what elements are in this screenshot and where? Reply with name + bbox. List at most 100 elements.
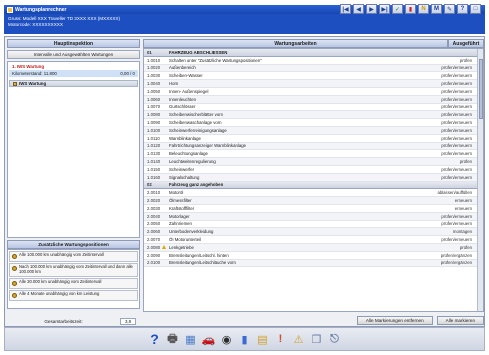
row-description: FAHRZEUG ABSCHLIESSEN [169, 49, 228, 55]
row-description: Ölmessfilter [169, 198, 192, 204]
table-row[interactable]: 2.0080 Lenkgetriebe prüfen [144, 243, 483, 252]
exit-icon[interactable]: ⎋ [328, 331, 342, 347]
first-record-button[interactable]: |◀ [340, 4, 351, 14]
clear-marks-button[interactable]: Alle Markierungen entfernen [356, 316, 433, 325]
row-description: Zahnriemen [169, 221, 192, 227]
row-action: montagen [452, 229, 472, 235]
table-row[interactable]: 2.0090 Bremsleitungen/Leitschl. hinten prü… [144, 252, 483, 260]
right-panel: Wartungsarbeiten Ausgeführt 01 FAHRZEUG A… [143, 39, 484, 326]
inspection-item[interactable]: 1. IWS Wartung [9, 63, 138, 70]
list-icon[interactable]: ! [274, 331, 288, 347]
folder-icon [13, 81, 17, 86]
table-row[interactable]: 1.0070 Gurtschlösser prüfen/erneuern [144, 104, 483, 112]
row-number: 2.0010 [147, 190, 161, 196]
table-row[interactable]: 2.0020 Ölmessfilter erneuern [144, 197, 483, 205]
row-number: 2.0020 [147, 198, 161, 204]
row-action: prüfen/ergänzen [440, 260, 472, 266]
table-group-row[interactable]: 01 FAHRZEUG ABSCHLIESSEN [144, 49, 483, 57]
row-number: 1.0070 [147, 104, 161, 110]
table-row[interactable]: 2.0050 Zahnriemen prüfen/erneuern [144, 221, 483, 229]
row-number: 1.0150 [147, 166, 161, 172]
prev-record-button[interactable]: ◀ [353, 4, 364, 14]
confirm-button[interactable]: ✓ [392, 4, 403, 14]
row-number: 1.0130 [147, 151, 161, 157]
alert-icon[interactable]: ⚠ [292, 331, 306, 347]
mail-button[interactable]: M [431, 4, 442, 14]
row-action: prüfen/erneuern [441, 143, 472, 149]
additional-item[interactable]: Nach 100.000 km unabhängig vom Zeitinter… [9, 263, 138, 277]
total-time-label: Gesamtarbeitszeit: [44, 319, 83, 324]
status-dot-icon [12, 292, 17, 298]
vertical-scrollbar[interactable] [477, 49, 483, 311]
bottom-toolbar: ? 🖶 ▦ 🚗 ◉ ▮ ▤! ⚠ ❐ ⎋ [4, 327, 485, 351]
printer-icon[interactable]: 🖶 [166, 331, 180, 347]
table-row[interactable]: 1.0030 Scheiben-Wasser prüfen/erneuern [144, 72, 483, 81]
row-action: erneuern [454, 205, 472, 211]
table-row[interactable]: 2.0070 ÖI Motorunterteil prüfen/erneuern [144, 236, 483, 244]
row-number: 2.0070 [147, 237, 161, 243]
next-record-button[interactable]: ▶ [366, 4, 377, 14]
table-row[interactable]: 1.0100 Scheinwerferreinigungsanlage prüfen… [144, 126, 483, 135]
window-button[interactable]: □ [470, 4, 481, 14]
table-row[interactable]: 2.0060 Unterbodenverkleidung montagen [144, 228, 483, 237]
table-row[interactable]: 1.0040 Horn prüfen/erneuern [144, 80, 483, 88]
table-row[interactable]: 1.0130 Beleuchtungsanlage prüfen/erneuern [144, 150, 483, 159]
document-icon[interactable]: ▤ [256, 331, 270, 347]
additional-item[interactable]: Alle 100.000 km unabhängig vom Zeitinter… [9, 251, 138, 262]
additional-item[interactable]: Alle 4 Monate unabhängig von km Leistung [9, 289, 138, 301]
row-description: Kraftstofffilter [169, 205, 195, 211]
table-row[interactable]: 1.0120 Fahrtrichtungsanzeiger Warnblinkan… [144, 142, 483, 151]
table-group-row[interactable]: 02 Fahrzeug ganz angehoben [144, 181, 483, 190]
new-button[interactable]: N [418, 4, 429, 14]
row-action: prüfen/erneuern [441, 127, 472, 133]
help-icon[interactable]: ? [148, 331, 162, 347]
mileage-value: 0,00 / 0 [120, 71, 135, 76]
tire-icon[interactable]: ◉ [220, 331, 234, 347]
row-description: Außenbereich [169, 65, 196, 71]
table-row[interactable]: 2.0100 Bremsleitungen/Leitschläuche vorn p… [144, 259, 483, 268]
car-icon[interactable]: 🚗 [202, 331, 216, 347]
table-row[interactable]: 1.0140 Leuchtweitenregulierung prüfen [144, 158, 483, 166]
calendar-icon[interactable]: ▦ [184, 331, 198, 347]
last-record-button[interactable]: ▶| [379, 4, 390, 14]
table-row[interactable]: 1.0060 Innenleuchten prüfen/erneuern [144, 95, 483, 104]
row-number: 2.0060 [147, 229, 161, 235]
additional-item[interactable]: Alle 30.000 km unabhängig vom Zeitinterv… [9, 277, 138, 289]
intervals-button[interactable]: Intervalle und Ausgewählten Wartungen [7, 50, 140, 59]
table-row[interactable]: 2.0030 Kraftstofffilter erneuern [144, 205, 483, 213]
table-row[interactable]: 1.0160 Signalschaltung prüfen/erneuern [144, 173, 483, 182]
status-dot-icon [12, 266, 17, 271]
group-iws[interactable]: IWS Wartung [9, 80, 138, 87]
copy-icon[interactable]: ❐ [310, 331, 324, 347]
row-number: 01 [147, 49, 152, 55]
table-row[interactable]: 1.0150 Scheinwerfer prüfen/erneuern [144, 166, 483, 174]
row-description: Fahrtrichtungsanzeiger Warnblinkanlage [169, 143, 246, 149]
additional-positions-header: Zusätzliche Wartungspositionen [7, 240, 140, 249]
row-action: ablassen/auffüllen [437, 190, 472, 196]
edit-button[interactable]: ✎ [444, 4, 455, 14]
scrollbar-thumb[interactable] [478, 59, 483, 119]
row-number: 1.0050 [147, 88, 161, 94]
table-row[interactable]: 1.0080 Scheibenwischerblätter vorn prüfen/… [144, 111, 483, 120]
row-description: Fahrzeug ganz angehoben [169, 182, 224, 188]
engine-code: Motorcode: XXXXXXXXXX [8, 22, 63, 27]
stop-button[interactable]: ▮ [405, 4, 416, 14]
mark-all-button[interactable]: Alle markieren [436, 316, 484, 325]
table-row[interactable]: 2.0040 Motorlager prüfen/erneuern [144, 212, 483, 221]
row-action: prüfen/erneuern [441, 166, 472, 172]
top-toolbar: |◀ ◀ ▶ ▶| ✓ ▮ N M ✎ ? □ [340, 4, 481, 14]
row-number: 1.0020 [147, 65, 161, 71]
table-row[interactable]: 1.0050 Innen- Außenspiegel prüfen/erneuern [144, 88, 483, 96]
table-row[interactable]: 1.0090 Scheibenwaschanlage vorn prüfen/ern… [144, 119, 483, 127]
row-description: Scheibenwaschanlage vorn [169, 120, 222, 126]
table-row[interactable]: 1.0110 Warnblinkanlage prüfen/erneuern [144, 135, 483, 143]
table-row[interactable]: 1.0020 Außenbereich prüfen/erneuern [144, 64, 483, 73]
table-row[interactable]: 1.0010 Schalten unter "Zusätzliche Wartun… [144, 57, 483, 65]
row-description: Scheiben-Wasser [169, 73, 203, 79]
help-button[interactable]: ? [457, 4, 468, 14]
book-icon[interactable]: ▮ [238, 331, 252, 347]
table-row[interactable]: 2.0010 Motoröl ablassen/auffüllen [144, 189, 483, 198]
total-time-field[interactable]: 3,8 [120, 318, 136, 325]
mileage-item[interactable]: Kilometerstand: 11.800 0,00 / 0 [9, 70, 138, 77]
additional-item-label: Alle 100.000 km unabhängig vom Zeitinter… [19, 252, 104, 257]
